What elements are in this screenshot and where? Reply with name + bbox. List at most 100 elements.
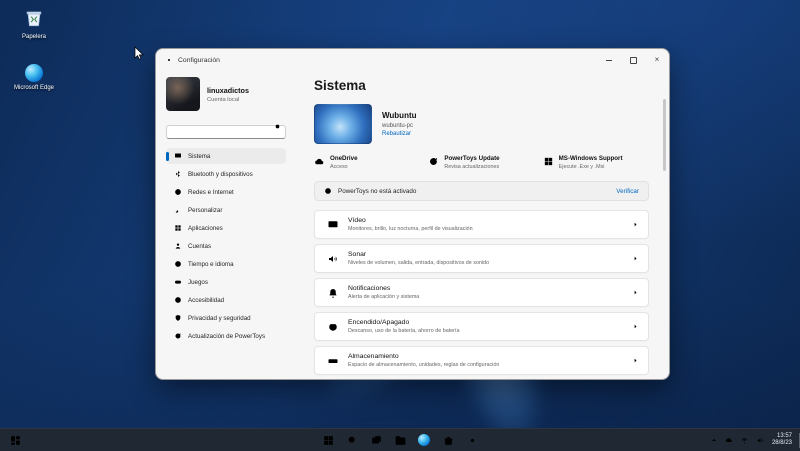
quick-link-ms-windows-support[interactable]: MS-Windows Support Ejecute .Exe y .Msi: [543, 155, 649, 170]
clock-time: 13:57: [776, 432, 792, 439]
refresh-icon: [428, 156, 439, 167]
sidebar-item-tiempo-idioma[interactable]: Tiempo e idioma: [166, 256, 286, 272]
powertoys-banner[interactable]: PowerToys no está activado Verificar: [314, 181, 649, 201]
avatar: [166, 77, 200, 111]
chevron-right-icon: [632, 357, 639, 364]
taskbar: 13:57 28/8/23: [0, 428, 800, 451]
active-indicator: [166, 151, 169, 161]
taskbar-clock[interactable]: 13:57 28/8/23: [772, 433, 792, 448]
settings-nav: Sistema Bluetooth y dispositivos Redes e…: [166, 148, 286, 344]
sidebar-item-privacidad[interactable]: Privacidad y seguridad: [166, 310, 286, 326]
user-profile[interactable]: linuxadictos Cuenta local: [166, 77, 286, 111]
task-view-button[interactable]: [370, 434, 383, 447]
brush-icon: [174, 206, 182, 214]
card-encendido[interactable]: Encendido/Apagado Descanso, uso de la ba…: [314, 312, 649, 341]
settings-sidebar: linuxadictos Cuenta local Sistema Blueto…: [156, 71, 294, 379]
device-thumbnail: [314, 104, 372, 144]
desktop-icon-edge[interactable]: Microsoft Edge: [6, 62, 62, 92]
window-title: Configuración: [178, 56, 220, 64]
sidebar-item-cuentas[interactable]: Cuentas: [166, 238, 286, 254]
sidebar-item-redes[interactable]: Redes e Internet: [166, 184, 286, 200]
sidebar-item-juegos[interactable]: Juegos: [166, 274, 286, 290]
device-hostname: wubuntu-pc: [382, 122, 414, 129]
storage-icon: [327, 355, 339, 367]
sidebar-item-powertoys-update[interactable]: Actualización de PowerToys: [166, 328, 286, 344]
edge-icon: [418, 434, 430, 446]
profile-account-type: Cuenta local: [207, 96, 240, 103]
bluetooth-icon: [174, 170, 182, 178]
file-explorer-button[interactable]: [394, 434, 407, 447]
accessibility-icon: [174, 296, 182, 304]
maximize-button[interactable]: [621, 49, 645, 71]
quick-link-powertoys-update[interactable]: PowerToys Update Revisa actualizaciones: [428, 155, 534, 170]
info-icon: [324, 187, 332, 195]
desktop-icon-label: Papelera: [21, 34, 47, 40]
taskbar-search-button[interactable]: [346, 434, 359, 447]
recycle-bin-icon: [26, 11, 42, 27]
scrollbar[interactable]: [663, 99, 666, 171]
person-icon: [174, 242, 182, 250]
verify-link[interactable]: Verificar: [616, 188, 639, 195]
monitor-icon: [327, 219, 339, 231]
chevron-right-icon: [632, 323, 639, 330]
window-titlebar[interactable]: Configuración ×: [156, 49, 669, 71]
start-button[interactable]: [322, 434, 335, 447]
gamepad-icon: [174, 278, 182, 286]
minimize-icon: [606, 59, 612, 61]
card-video[interactable]: Vídeo Monitores, brillo, luz nocturna, p…: [314, 210, 649, 239]
chevron-up-icon[interactable]: [710, 436, 718, 444]
monitor-icon: [174, 152, 182, 160]
store-button[interactable]: [442, 434, 455, 447]
power-icon: [327, 321, 339, 333]
sidebar-item-bluetooth[interactable]: Bluetooth y dispositivos: [166, 166, 286, 182]
system-tray: 13:57 28/8/23: [710, 429, 792, 451]
sidebar-item-accesibilidad[interactable]: Accesibilidad: [166, 292, 286, 308]
task-view-icon: [370, 434, 383, 447]
desktop-icon-label: Microsoft Edge: [13, 85, 55, 91]
card-notificaciones[interactable]: Notificaciones Alerta de aplicación y si…: [314, 278, 649, 307]
desktop-icon-recycle-bin[interactable]: Papelera: [6, 7, 62, 41]
close-button[interactable]: ×: [645, 49, 669, 71]
refresh-icon: [174, 332, 182, 340]
edge-button[interactable]: [418, 434, 431, 447]
minimize-button[interactable]: [597, 49, 621, 71]
rename-link[interactable]: Rebautizar: [382, 131, 417, 137]
edge-icon: [25, 64, 43, 82]
sidebar-item-aplicaciones[interactable]: Aplicaciones: [166, 220, 286, 236]
clock-date: 28/8/23: [771, 440, 792, 446]
bell-icon: [327, 287, 339, 299]
chevron-right-icon: [632, 289, 639, 296]
taskbar-center: [0, 429, 800, 451]
settings-content: Sistema Wubuntu wubuntu-pc Rebautizar On…: [294, 71, 669, 379]
card-sonar[interactable]: Sonar Niveles de volumen, salida, entrad…: [314, 244, 649, 273]
windows-icon: [543, 156, 554, 167]
shield-icon: [174, 314, 182, 322]
quick-link-onedrive[interactable]: OneDrive Acceso: [314, 155, 420, 170]
wifi-icon[interactable]: [740, 436, 749, 445]
device-name: Wubuntu: [382, 111, 417, 120]
clock-icon: [174, 260, 182, 268]
onedrive-cloud-icon[interactable]: [725, 436, 733, 444]
gear-icon: [466, 434, 479, 447]
device-header: Wubuntu wubuntu-pc Rebautizar: [314, 104, 649, 144]
search-icon: [274, 123, 282, 131]
apps-icon: [174, 224, 182, 232]
page-title: Sistema: [314, 78, 366, 93]
settings-search-input[interactable]: [166, 125, 286, 139]
card-almacenamiento[interactable]: Almacenamiento Espacio de almacenamiento…: [314, 346, 649, 375]
quick-links-row: OneDrive Acceso PowerToys Update Revisa …: [314, 155, 649, 170]
settings-taskbar-button[interactable]: [466, 434, 479, 447]
settings-window: Configuración × linuxadictos Cuenta loca…: [155, 48, 670, 380]
profile-name: linuxadictos: [207, 85, 249, 95]
banner-text: PowerToys no está activado: [338, 187, 417, 195]
cloud-icon: [314, 156, 325, 167]
maximize-icon: [629, 56, 637, 64]
sidebar-item-sistema[interactable]: Sistema: [166, 148, 286, 164]
chevron-right-icon: [632, 255, 639, 262]
mouse-cursor: [134, 46, 144, 60]
windows-start-icon: [322, 434, 335, 447]
globe-icon: [174, 188, 182, 196]
screen: Papelera Microsoft Edge Configuración ×: [0, 0, 800, 451]
sidebar-item-personalizar[interactable]: Personalizar: [166, 202, 286, 218]
volume-icon[interactable]: [756, 436, 765, 445]
